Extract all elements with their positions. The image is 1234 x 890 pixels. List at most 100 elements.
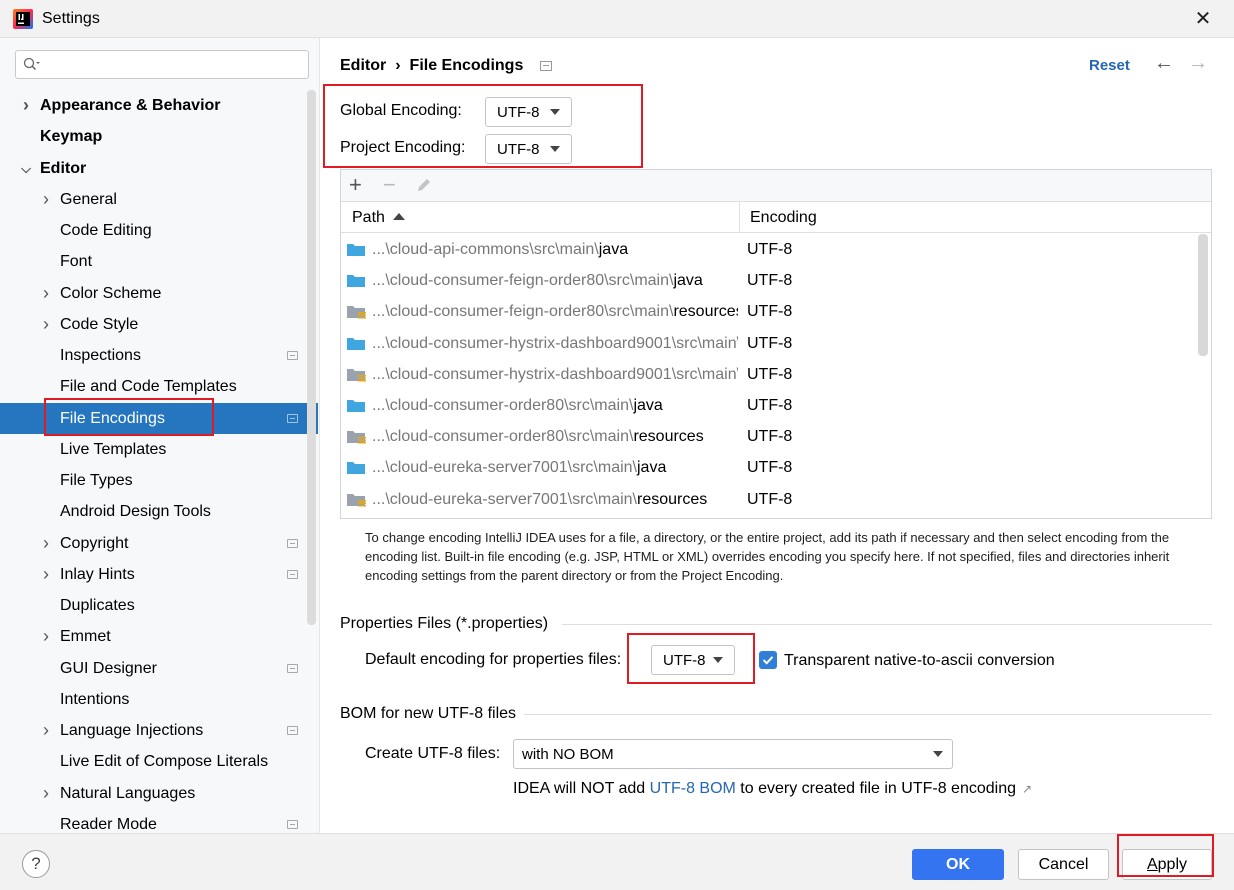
remove-icon[interactable]: − [383,173,396,197]
external-link-icon[interactable]: ↗ [1022,782,1032,796]
project-scope-icon [287,351,298,360]
search-icon [23,57,40,71]
transparent-conversion-checkbox[interactable] [759,651,777,669]
search-input[interactable] [48,54,298,75]
row-path-prefix: ...\cloud-consumer-order80\src\main\ [372,397,634,414]
help-button[interactable]: ? [22,850,50,878]
table-row[interactable]: ...\cloud-consumer-order80\src\main\java… [341,390,1199,421]
table-row[interactable]: ...\cloud-consumer-hystrix-dashboard9001… [341,328,1199,359]
sidebar-item-file-types[interactable]: File Types [0,465,318,496]
sidebar-item-live-templates[interactable]: Live Templates [0,434,318,465]
edit-pencil-icon[interactable] [415,176,433,194]
sidebar-item-general[interactable]: › General [0,184,318,215]
project-encoding-dropdown[interactable]: UTF-8 [485,134,572,164]
utf8-bom-link[interactable]: UTF-8 BOM [650,780,736,797]
sidebar-item-duplicates[interactable]: Duplicates [0,590,318,621]
row-path-leaf: java [673,272,703,290]
breadcrumb-parent: Editor [340,57,387,74]
table-row[interactable]: ...\cloud-consumer-feign-order80\src\mai… [341,296,1199,327]
sidebar-item-copyright[interactable]: › Copyright [0,528,318,559]
apply-button[interactable]: Apply [1122,849,1212,880]
sidebar-item-gui-designer[interactable]: GUI Designer [0,653,318,684]
chevron-right-icon[interactable]: › [40,621,52,652]
sidebar-scrollbar[interactable] [307,90,316,625]
chevron-right-icon[interactable]: › [40,309,52,340]
sidebar-item-font[interactable]: Font [0,246,318,277]
sidebar-item-code-editing[interactable]: Code Editing [0,215,318,246]
file-encodings-panel: Editor › File Encodings Reset ← → Global E… [321,38,1234,833]
sidebar-item-label: File Encodings [60,409,165,427]
sidebar-item-file-and-code-templates[interactable]: File and Code Templates [0,371,318,402]
table-row[interactable]: ...\cloud-consumer-order80\src\main\reso… [341,421,1199,452]
project-scope-icon [287,538,298,548]
table-scrollbar[interactable] [1198,234,1208,356]
add-icon[interactable]: + [349,173,362,197]
chevron-right-icon[interactable]: › [40,715,52,746]
table-row[interactable]: ...\cloud-eureka-server7001\src\main\res… [341,484,1199,515]
sidebar-item-reader-mode[interactable]: Reader Mode [0,809,318,833]
row-path-leaf: java [637,459,667,477]
chevron-right-icon[interactable]: › [40,184,52,215]
row-path-prefix: ...\cloud-eureka-server7001\src\main\ [372,490,637,508]
sidebar-item-language-injections[interactable]: › Language Injections [0,715,318,746]
chevron-right-icon[interactable]: › [40,528,52,559]
create-utf8-dropdown[interactable]: with NO BOM [513,739,953,769]
cancel-button[interactable]: Cancel [1018,849,1109,880]
sidebar-item-editor[interactable]: ⌵ Editor [0,153,318,184]
sidebar-item-label: Inlay Hints [60,565,135,583]
row-path: ...\cloud-consumer-order80\src\main\reso… [372,421,738,452]
table-row[interactable]: ...\cloud-eureka-server7001\src\main\jav… [341,452,1199,483]
sidebar-item-natural-languages[interactable]: › Natural Languages [0,778,318,809]
project-scope-icon [287,663,298,673]
sidebar-item-android-design-tools[interactable]: Android Design Tools [0,496,318,527]
global-encoding-dropdown[interactable]: UTF-8 [485,97,572,127]
transparent-conversion-label[interactable]: Transparent native-to-ascii conversion [784,652,1055,670]
table-row[interactable]: ...\cloud-consumer-feign-order80\src\mai… [341,265,1199,296]
forward-arrow-icon[interactable]: → [1188,52,1208,75]
checkmark-icon [762,656,774,665]
chevron-down-icon [550,109,560,115]
bom-note-text-after: to every created file in UTF-8 encoding [735,780,1016,797]
table-row[interactable]: ...\cloud-api-commons\src\main\java UTF-8 [341,234,1199,265]
row-path-prefix: ...\cloud-consumer-feign-order80\src\mai… [372,272,674,290]
global-encoding-label: Global Encoding: [340,102,462,119]
sidebar-item-code-style[interactable]: › Code Style [0,309,318,340]
table-row[interactable]: ...\cloud-consumer-hystrix-dashboard9001… [341,359,1199,390]
chevron-right-icon[interactable]: › [40,559,52,590]
column-header-encoding[interactable]: Encoding [750,202,817,233]
close-icon[interactable]: ✕ [1191,7,1215,31]
row-encoding: UTF-8 [747,303,793,321]
column-divider[interactable] [739,202,740,233]
section-divider [562,624,1212,625]
sidebar-item-color-scheme[interactable]: › Color Scheme [0,278,318,309]
chevron-right-icon[interactable]: › [20,90,32,121]
sidebar-item-label: Color Scheme [60,284,162,302]
chevron-right-icon[interactable]: › [40,278,52,309]
sidebar-item-label: Android Design Tools [60,503,211,521]
settings-search[interactable] [15,50,309,79]
breadcrumb-separator: › [395,57,401,74]
row-path-prefix: ...\cloud-consumer-feign-order80\src\mai… [372,303,674,321]
resources-folder-icon [347,368,366,382]
sidebar-item-file-encodings[interactable]: File Encodings [0,402,318,434]
sidebar-item-appearance-behavior[interactable]: › Appearance & Behavior [0,90,318,121]
sidebar-item-label: Code Editing [60,222,152,239]
row-path-prefix: ...\cloud-api-commons\src\main\ [372,241,599,258]
row-path: ...\cloud-consumer-feign-order80\src\mai… [372,265,738,296]
column-header-path[interactable]: Path [352,202,405,233]
breadcrumb: Editor › File Encodings [340,57,523,75]
ok-button[interactable]: OK [912,849,1004,880]
back-arrow-icon[interactable]: ← [1154,52,1174,75]
sidebar-item-intentions[interactable]: Intentions [0,684,318,715]
sidebar-item-emmet[interactable]: › Emmet [0,621,318,652]
sidebar-item-inlay-hints[interactable]: › Inlay Hints [0,559,318,590]
properties-encoding-dropdown[interactable]: UTF-8 [651,645,735,675]
reset-link[interactable]: Reset [1089,57,1130,74]
source-folder-icon [347,275,365,288]
chevron-down-icon[interactable]: ⌵ [20,153,32,184]
sidebar-item-inspections[interactable]: Inspections [0,340,318,371]
sidebar-item-live-edit-of-compose-literals[interactable]: Live Edit of Compose Literals [0,746,318,777]
sidebar-item-keymap[interactable]: Keymap [0,121,318,152]
chevron-right-icon[interactable]: › [40,778,52,809]
breadcrumb-current: File Encodings [409,57,524,74]
